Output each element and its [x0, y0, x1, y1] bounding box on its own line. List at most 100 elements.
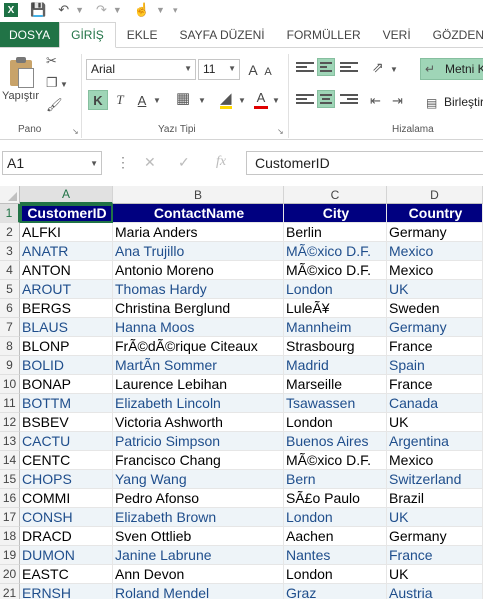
cell[interactable]: BOLID	[20, 356, 113, 375]
cell[interactable]: Janine Labrune	[113, 546, 284, 565]
row-header[interactable]: 2	[0, 223, 20, 242]
cell[interactable]: UK	[387, 565, 483, 584]
cell[interactable]: Patricio Simpson	[113, 432, 284, 451]
orientation-dropdown-icon[interactable]: ▼	[390, 63, 398, 77]
cell[interactable]: Madrid	[284, 356, 387, 375]
cell[interactable]: London	[284, 565, 387, 584]
underline-dropdown-icon[interactable]: ▼	[153, 94, 161, 108]
cell[interactable]: Mannheim	[284, 318, 387, 337]
tab-gozden[interactable]: GÖZDEN	[422, 22, 483, 47]
decrease-indent-icon[interactable]: ⇤	[370, 94, 381, 108]
column-header-b[interactable]: B	[113, 186, 284, 204]
align-top-icon[interactable]	[296, 60, 314, 78]
cell[interactable]: Switzerland	[387, 470, 483, 489]
borders-icon[interactable]: ▦	[176, 91, 190, 106]
cell[interactable]: Berlin	[284, 223, 387, 242]
cell[interactable]: Yang Wang	[113, 470, 284, 489]
cell[interactable]: Sweden	[387, 299, 483, 318]
cell[interactable]: Thomas Hardy	[113, 280, 284, 299]
customize-qat-icon[interactable]: ▾	[173, 5, 178, 16]
cell[interactable]: SÃ£o Paulo	[284, 489, 387, 508]
cell[interactable]: Austria	[387, 584, 483, 599]
cell[interactable]: Hanna Moos	[113, 318, 284, 337]
copy-dropdown-icon[interactable]: ▼	[60, 78, 68, 92]
cell[interactable]: Germany	[387, 318, 483, 337]
cell[interactable]: ERNSH	[20, 584, 113, 599]
font-size-select[interactable]: 11 ▼	[198, 59, 240, 80]
header-cell[interactable]: Country	[387, 204, 483, 223]
cell[interactable]: Antonio Moreno	[113, 261, 284, 280]
undo-icon[interactable]: ↶	[58, 3, 69, 17]
shrink-font-button[interactable]: A	[262, 62, 274, 82]
cell[interactable]: CHOPS	[20, 470, 113, 489]
cell[interactable]: MÃ©xico D.F.	[284, 261, 387, 280]
cell[interactable]: Germany	[387, 223, 483, 242]
touch-mode-icon[interactable]: ☝	[134, 3, 150, 17]
cell[interactable]: London	[284, 413, 387, 432]
cell[interactable]: Aachen	[284, 527, 387, 546]
cell[interactable]: DRACD	[20, 527, 113, 546]
row-header[interactable]: 20	[0, 565, 20, 584]
row-header[interactable]: 4	[0, 261, 20, 280]
cut-icon[interactable]: ✂	[46, 54, 57, 68]
undo-dropdown-icon[interactable]: ▼	[75, 5, 84, 15]
cell[interactable]: Graz	[284, 584, 387, 599]
tab-formuller[interactable]: FORMÜLLER	[276, 22, 372, 47]
cell[interactable]: Bern	[284, 470, 387, 489]
clipboard-launcher-icon[interactable]: ↘	[72, 127, 79, 136]
cell[interactable]: UK	[387, 508, 483, 527]
name-box[interactable]: A1 ▼	[2, 151, 102, 175]
cell[interactable]: LuleÃ¥	[284, 299, 387, 318]
orientation-icon[interactable]: ⇗	[372, 60, 384, 74]
cell[interactable]: Canada	[387, 394, 483, 413]
cell[interactable]: CENTC	[20, 451, 113, 470]
redo-icon[interactable]: ↷	[96, 3, 107, 17]
cell[interactable]: COMMI	[20, 489, 113, 508]
row-header[interactable]: 10	[0, 375, 20, 394]
align-right-icon[interactable]	[340, 92, 358, 110]
cell[interactable]: Pedro Afonso	[113, 489, 284, 508]
row-header[interactable]: 12	[0, 413, 20, 432]
cell[interactable]: Germany	[387, 527, 483, 546]
cell[interactable]: ANTON	[20, 261, 113, 280]
cell[interactable]: Sven Ottlieb	[113, 527, 284, 546]
row-header[interactable]: 21	[0, 584, 20, 599]
cell[interactable]: Francisco Chang	[113, 451, 284, 470]
touch-dropdown-icon[interactable]: ▼	[156, 5, 165, 15]
row-header[interactable]: 18	[0, 527, 20, 546]
row-header[interactable]: 16	[0, 489, 20, 508]
font-launcher-icon[interactable]: ↘	[277, 127, 284, 136]
select-all-button[interactable]	[0, 186, 20, 204]
font-name-select[interactable]: Arial ▼	[86, 59, 196, 80]
tab-ekle[interactable]: EKLE	[116, 22, 169, 47]
cell[interactable]: MÃ©xico D.F.	[284, 242, 387, 261]
cell[interactable]: CONSH	[20, 508, 113, 527]
cell[interactable]: UK	[387, 413, 483, 432]
italic-button[interactable]: T	[112, 90, 128, 110]
column-header-c[interactable]: C	[284, 186, 387, 204]
cell[interactable]: Victoria Ashworth	[113, 413, 284, 432]
cell[interactable]: Brazil	[387, 489, 483, 508]
cell[interactable]: Ana Trujillo	[113, 242, 284, 261]
row-header[interactable]: 11	[0, 394, 20, 413]
cell[interactable]: Maria Anders	[113, 223, 284, 242]
wrap-text-button[interactable]: ↵ Metni K	[420, 58, 483, 80]
merge-center-button[interactable]: ▤ Birleştir	[424, 92, 483, 114]
align-bottom-icon[interactable]	[340, 60, 358, 78]
cell[interactable]: London	[284, 508, 387, 527]
cell[interactable]: Elizabeth Lincoln	[113, 394, 284, 413]
cell[interactable]: CACTU	[20, 432, 113, 451]
align-left-icon[interactable]	[296, 92, 314, 110]
copy-icon[interactable]: ❐	[46, 76, 58, 90]
header-cell[interactable]: CustomerID	[20, 204, 113, 223]
row-header[interactable]: 5	[0, 280, 20, 299]
cell[interactable]: MartÃ­n Sommer	[113, 356, 284, 375]
row-header[interactable]: 3	[0, 242, 20, 261]
column-header-a[interactable]: A	[20, 186, 113, 204]
cell[interactable]: Marseille	[284, 375, 387, 394]
cell[interactable]: France	[387, 337, 483, 356]
row-header[interactable]: 6	[0, 299, 20, 318]
worksheet-grid[interactable]: A B C D 1 CustomerID ContactName City Country 2 AL…	[0, 186, 483, 599]
row-header[interactable]: 14	[0, 451, 20, 470]
cell[interactable]: BLONP	[20, 337, 113, 356]
